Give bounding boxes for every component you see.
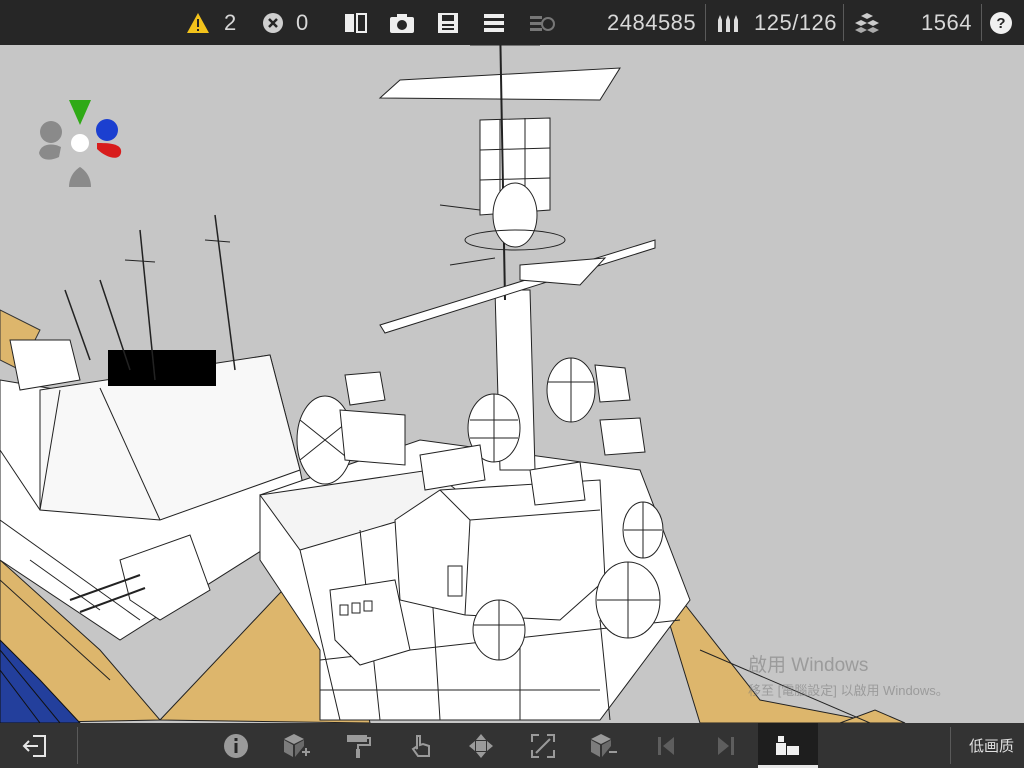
info-icon [224,733,248,758]
move-icon [469,733,493,758]
divider [77,727,78,764]
parts-stack-icon [776,736,799,755]
undo-button[interactable] [652,723,680,768]
parts-count-value: 1564 [921,9,972,35]
parts-library-button[interactable] [758,723,818,768]
error-icon [263,12,283,33]
redo-button[interactable] [712,723,740,768]
prev-icon [658,736,674,755]
paint-roller-icon [347,734,371,758]
next-icon [718,736,734,755]
ammo-counter: 125/126 [716,0,837,45]
svg-text:?: ? [996,15,1005,32]
watermark-line1: 啟用 Windows [748,655,869,676]
warnings-count: 2 [224,9,237,35]
exit-icon [22,734,46,757]
polygon-count-value: 2484585 [607,9,697,35]
warnings-indicator[interactable]: 2 [186,0,237,45]
view-toggle-icon [530,15,555,31]
resize-button[interactable] [527,723,559,768]
help-icon: ? [990,11,1012,34]
hand-pointer-icon [411,734,430,757]
exit-button[interactable] [18,723,52,768]
info-button[interactable] [220,723,252,768]
divider [981,4,982,41]
ammo-count-value: 125/126 [754,9,838,35]
save-icon [438,12,458,33]
bottom-toolbar: 低画质 [0,723,1024,768]
cube-add-icon [284,733,310,757]
screenshot-button[interactable] [389,0,415,45]
menu-button[interactable] [482,0,506,45]
view-toggle-button[interactable] [528,0,556,45]
help-button[interactable]: ? [989,0,1013,45]
ship-model [0,45,906,723]
errors-count: 0 [296,9,309,35]
save-button[interactable] [436,0,460,45]
add-part-button[interactable] [280,723,314,768]
quality-toggle[interactable]: 低画质 [969,723,1014,768]
divider [950,727,951,764]
watermark-line2: 移至 [電腦設定] 以啟用 Windows。 [748,683,949,698]
resize-icon [531,733,555,758]
top-toolbar: 2 0 2484585 125/126 1564 ? [0,0,1024,45]
parts-counter: 1564 [853,0,972,45]
select-button[interactable] [405,723,437,768]
orientation-gizmo[interactable] [35,95,125,195]
camera-icon [390,13,414,33]
windows-activation-watermark: 啟用 Windows 移至 [電腦設定] 以啟用 Windows。 [748,650,949,699]
ammo-icon [718,14,738,32]
errors-indicator[interactable]: 0 [262,0,309,45]
parts-icon [855,12,879,33]
warning-icon [187,12,209,33]
split-view-icon [345,12,367,33]
menu-icon [484,13,504,32]
paint-button[interactable] [342,723,374,768]
remove-part-button[interactable] [587,723,621,768]
polygon-count: 2484585 [607,0,696,45]
cube-remove-icon [591,733,617,757]
divider [843,4,844,41]
move-button[interactable] [465,723,497,768]
divider [705,4,706,41]
quality-label: 低画质 [968,738,1014,755]
split-view-button[interactable] [343,0,369,45]
viewport-3d[interactable] [0,45,1024,723]
